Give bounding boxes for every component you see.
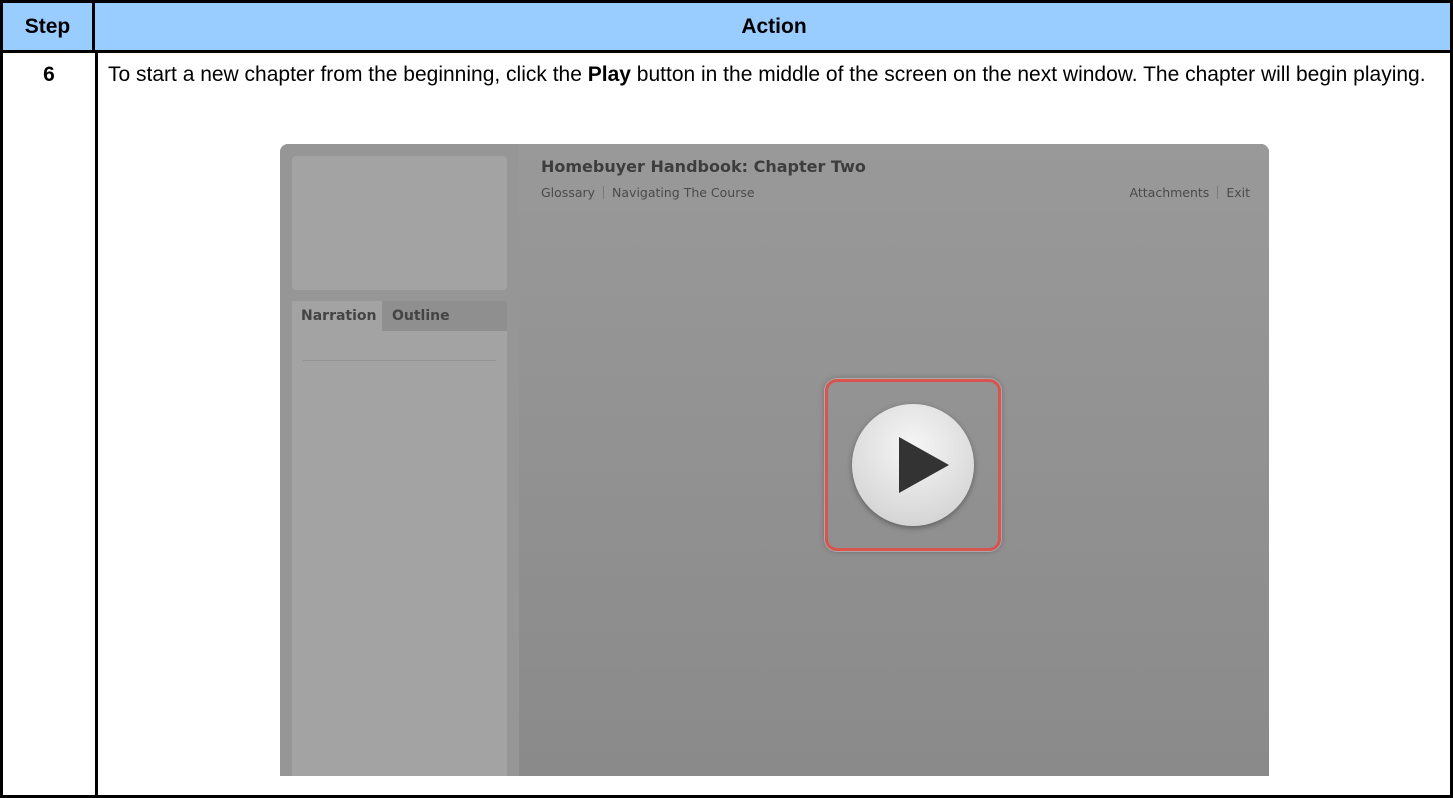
play-icon	[899, 437, 949, 493]
sidebar-logo-area	[292, 156, 507, 290]
player-sidebar: Narration Outline	[280, 144, 519, 776]
player-main: Homebuyer Handbook: Chapter Two Glossary…	[519, 144, 1269, 776]
menu-separator	[603, 186, 605, 199]
step-table: Step Action 6 To start a new chapter fro…	[0, 0, 1453, 798]
step-column-header: Step	[3, 3, 95, 50]
step-number: 6	[43, 63, 55, 86]
sidebar-panel	[292, 331, 507, 776]
tab-narration[interactable]: Narration	[292, 301, 382, 331]
play-button[interactable]	[852, 404, 974, 526]
sidebar-divider	[303, 360, 496, 361]
instruction-after: button in the middle of the screen on th…	[630, 63, 1426, 86]
instruction-bold: Play	[587, 63, 631, 86]
column-divider	[95, 53, 98, 798]
instruction-before: To start a new chapter from the beginnin…	[108, 63, 588, 86]
glossary-link[interactable]: Glossary	[541, 185, 595, 200]
player-menu-left: Glossary Navigating The Course	[541, 185, 755, 200]
table-header-row: Step Action	[3, 3, 1450, 53]
exit-link[interactable]: Exit	[1226, 185, 1250, 200]
sidebar-tabs: Narration Outline	[292, 301, 507, 331]
player-title: Homebuyer Handbook: Chapter Two	[541, 157, 866, 176]
tab-outline[interactable]: Outline	[382, 301, 462, 331]
instruction-text: To start a new chapter from the beginnin…	[108, 62, 1443, 88]
attachments-link[interactable]: Attachments	[1130, 185, 1210, 200]
navigating-course-link[interactable]: Navigating The Course	[612, 185, 755, 200]
menu-separator	[1217, 186, 1219, 199]
action-column-header: Action	[741, 14, 807, 38]
player-menu-right: Attachments Exit	[1130, 185, 1250, 200]
player-screenshot: Narration Outline Homebuyer Handbook: Ch…	[280, 144, 1269, 776]
